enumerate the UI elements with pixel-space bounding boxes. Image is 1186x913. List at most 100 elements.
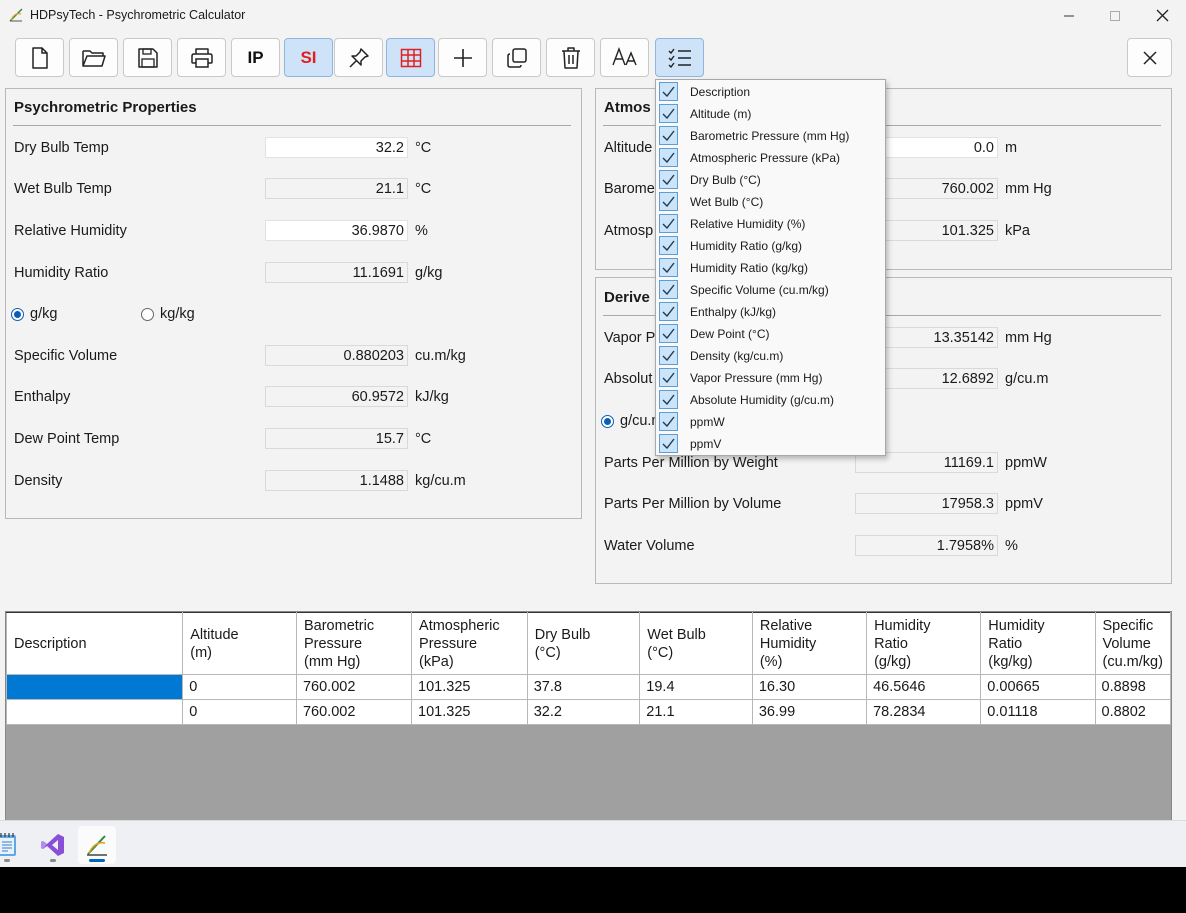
column-header[interactable]: Barometric Pressure (mm Hg)	[295, 612, 413, 675]
checkbox[interactable]	[659, 104, 678, 123]
checkbox[interactable]	[659, 258, 678, 277]
column-header[interactable]: Relative Humidity (%)	[751, 612, 868, 675]
column-header[interactable]: Altitude (m)	[182, 612, 297, 675]
taskbar-hdpsytech[interactable]	[78, 826, 116, 864]
gkg-radio[interactable]	[11, 308, 24, 321]
column-menu-item[interactable]: Wet Bulb (°C)	[656, 190, 885, 212]
absolute-humidity-label: Absolut	[604, 371, 653, 387]
column-menu-item[interactable]: Specific Volume (cu.m/kg)	[656, 278, 885, 300]
table-cell[interactable]: 0.8802	[1094, 699, 1171, 725]
table-cell[interactable]: 16.30	[751, 674, 868, 700]
table-cell[interactable]: 760.002	[295, 674, 413, 700]
column-menu-item[interactable]: Humidity Ratio (kg/kg)	[656, 256, 885, 278]
table-cell[interactable]: 36.99	[751, 699, 868, 725]
checkbox[interactable]	[659, 170, 678, 189]
checkbox[interactable]	[659, 148, 678, 167]
table-cell[interactable]: 46.5646	[866, 674, 982, 700]
relative-humidity-input[interactable]: 36.9870	[265, 220, 408, 241]
column-menu-item[interactable]: Enthalpy (kJ/kg)	[656, 300, 885, 322]
checkbox[interactable]	[659, 390, 678, 409]
table-cell-description[interactable]	[6, 674, 184, 700]
column-menu-item[interactable]: Relative Humidity (%)	[656, 212, 885, 234]
column-menu-item[interactable]: Altitude (m)	[656, 102, 885, 124]
pin-button[interactable]	[334, 38, 383, 77]
checkbox[interactable]	[659, 82, 678, 101]
table-cell-description[interactable]	[6, 699, 184, 725]
hdpsytech-icon	[87, 835, 107, 856]
app-icon	[9, 8, 23, 22]
column-menu-item[interactable]: Description	[656, 80, 885, 102]
checkbox[interactable]	[659, 302, 678, 321]
table-cell[interactable]: 0	[182, 699, 297, 725]
column-header[interactable]: Humidity Ratio (g/kg)	[866, 612, 982, 675]
checkbox[interactable]	[659, 214, 678, 233]
save-button[interactable]	[123, 38, 172, 77]
column-header[interactable]: Humidity Ratio (kg/kg)	[980, 612, 1096, 675]
column-menu-label: Density (kg/cu.m)	[690, 349, 784, 363]
si-units-button[interactable]: SI	[284, 38, 333, 77]
checkbox[interactable]	[659, 126, 678, 145]
table-cell[interactable]: 760.002	[295, 699, 413, 725]
close-panel-button[interactable]	[1127, 38, 1172, 77]
column-header[interactable]: Wet Bulb (°C)	[639, 612, 753, 675]
wet-bulb-value: 21.1	[265, 178, 408, 199]
table-row[interactable]: 0 760.002 101.325 32.2 21.1 36.99 78.283…	[6, 699, 1171, 725]
table-cell[interactable]: 0.8898	[1094, 674, 1171, 700]
table-cell[interactable]: 32.2	[526, 699, 641, 725]
specific-volume-label: Specific Volume	[14, 348, 118, 364]
column-menu-item[interactable]: Barometric Pressure (mm Hg)	[656, 124, 885, 146]
column-menu-item[interactable]: Atmospheric Pressure (kPa)	[656, 146, 885, 168]
minimize-button[interactable]	[1046, 0, 1092, 31]
kgkg-radio[interactable]	[141, 308, 154, 321]
column-header[interactable]: Description	[6, 612, 184, 675]
ip-units-button[interactable]: IP	[231, 38, 280, 77]
copy-button[interactable]	[492, 38, 541, 77]
print-button[interactable]	[177, 38, 226, 77]
taskbar-visual-studio[interactable]	[34, 826, 72, 864]
taskbar-notepad[interactable]	[0, 826, 26, 864]
open-folder-button[interactable]	[69, 38, 118, 77]
table-cell[interactable]: 37.8	[526, 674, 641, 700]
column-menu-item[interactable]: Dry Bulb (°C)	[656, 168, 885, 190]
table-cell[interactable]: 0	[182, 674, 297, 700]
font-button[interactable]	[600, 38, 649, 77]
checkbox[interactable]	[659, 346, 678, 365]
checkbox[interactable]	[659, 280, 678, 299]
column-header[interactable]: Dry Bulb (°C)	[526, 612, 641, 675]
maximize-button[interactable]	[1092, 0, 1138, 31]
table-cell[interactable]: 0.01118	[980, 699, 1096, 725]
columns-button[interactable]	[655, 38, 704, 77]
table-cell[interactable]: 21.1	[639, 699, 753, 725]
column-menu-label: Wet Bulb (°C)	[690, 195, 764, 209]
close-window-button[interactable]	[1139, 0, 1185, 31]
checkbox[interactable]	[659, 236, 678, 255]
new-file-button[interactable]	[15, 38, 64, 77]
column-header[interactable]: Specific Volume (cu.m/kg)	[1094, 612, 1171, 675]
checkbox[interactable]	[659, 192, 678, 211]
table-cell[interactable]: 0.00665	[980, 674, 1096, 700]
column-menu-item[interactable]: Humidity Ratio (g/kg)	[656, 234, 885, 256]
column-menu-item[interactable]: Density (kg/cu.m)	[656, 344, 885, 366]
checkbox[interactable]	[659, 368, 678, 387]
grid-button[interactable]	[386, 38, 435, 77]
table-cell[interactable]: 78.2834	[866, 699, 982, 725]
gcum-radio[interactable]	[601, 415, 614, 428]
column-menu-item[interactable]: Dew Point (°C)	[656, 322, 885, 344]
checkbox[interactable]	[659, 412, 678, 431]
dry-bulb-input[interactable]: 32.2	[265, 137, 408, 158]
table-cell[interactable]: 101.325	[411, 674, 528, 700]
add-button[interactable]	[438, 38, 487, 77]
table-header-row: Description Altitude (m) Barometric Pres…	[6, 612, 1171, 675]
checkbox[interactable]	[659, 434, 678, 453]
table-row[interactable]: 0 760.002 101.325 37.8 19.4 16.30 46.564…	[6, 674, 1171, 700]
checkbox[interactable]	[659, 324, 678, 343]
column-menu-item[interactable]: ppmW	[656, 410, 885, 432]
column-menu-item[interactable]: Absolute Humidity (g/cu.m)	[656, 388, 885, 410]
delete-button[interactable]	[546, 38, 595, 77]
table-cell[interactable]: 101.325	[411, 699, 528, 725]
column-header[interactable]: Atmospheric Pressure (kPa)	[411, 612, 528, 675]
column-menu-item[interactable]: Vapor Pressure (mm Hg)	[656, 366, 885, 388]
app-window: HDPsyTech - Psychrometric Calculator IP …	[0, 0, 1186, 867]
column-menu-item[interactable]: ppmV	[656, 432, 885, 454]
table-cell[interactable]: 19.4	[639, 674, 753, 700]
